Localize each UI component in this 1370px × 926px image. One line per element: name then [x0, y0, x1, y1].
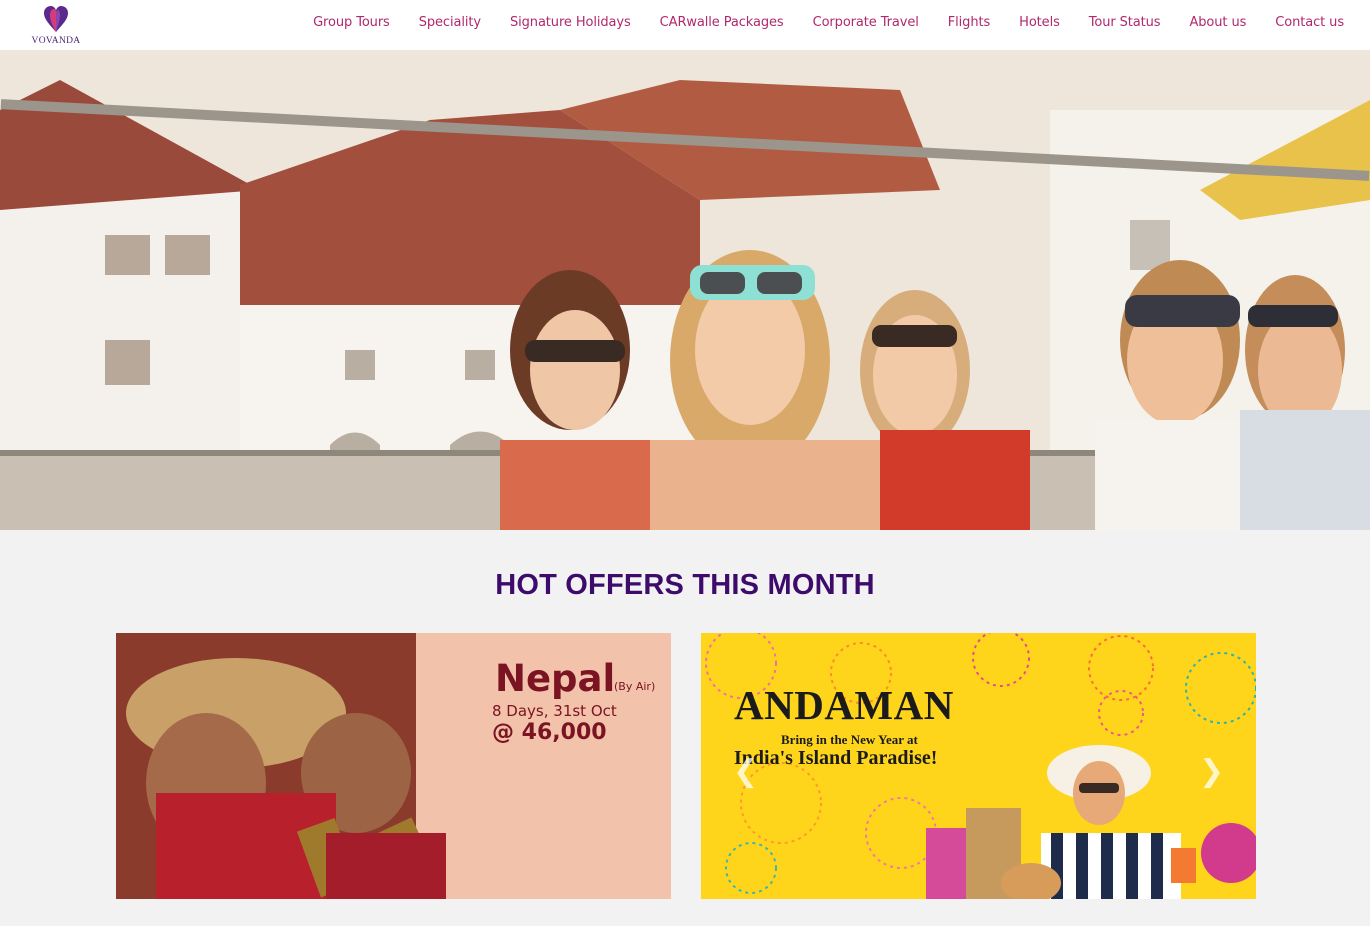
nav-item-tour-status[interactable]: Tour Status — [1089, 15, 1161, 30]
nav-item-flights[interactable]: Flights — [948, 15, 990, 30]
hero-banner — [0, 50, 1370, 530]
main-nav: Group Tours Speciality Signature Holiday… — [313, 15, 1344, 30]
chevron-left-icon[interactable]: ❮ — [733, 757, 758, 787]
nav-item-group-tours[interactable]: Group Tours — [313, 15, 390, 30]
site-header: VOVANDA Group Tours Speciality Signature… — [0, 0, 1370, 50]
offers-section: HOT OFFERS THIS MONTH Nepal (By Air) 8 D… — [0, 530, 1370, 926]
nav-item-signature-holidays[interactable]: Signature Holidays — [510, 15, 631, 30]
offer-card-andaman[interactable]: ANDAMAN Bring in the New Year at India's… — [701, 633, 1256, 899]
brand-name: VOVANDA — [31, 36, 81, 46]
nepal-mode: (By Air) — [614, 680, 656, 693]
andaman-tagline-1: Bring in the New Year at — [781, 732, 918, 747]
nav-item-hotels[interactable]: Hotels — [1019, 15, 1060, 30]
andaman-tagline-2: India's Island Paradise! — [734, 747, 938, 769]
offers-heading: HOT OFFERS THIS MONTH — [495, 569, 875, 601]
nav-item-about-us[interactable]: About us — [1189, 15, 1246, 30]
andaman-destination: ANDAMAN — [734, 682, 954, 728]
nepal-destination: Nepal — [495, 657, 616, 700]
chevron-right-icon[interactable]: ❯ — [1199, 757, 1224, 787]
nav-item-corporate-travel[interactable]: Corporate Travel — [813, 15, 919, 30]
nav-item-carwalle-packages[interactable]: CARwalle Packages — [660, 15, 784, 30]
offer-card-nepal[interactable]: Nepal (By Air) 8 Days, 31st Oct @ 46,000 — [116, 633, 671, 899]
brand-logo[interactable]: VOVANDA — [26, 5, 86, 47]
hero-image — [0, 50, 1370, 530]
nepal-duration: 8 Days, 31st Oct — [492, 702, 617, 720]
nepal-price: @ 46,000 — [492, 720, 607, 745]
nav-item-speciality[interactable]: Speciality — [419, 15, 481, 30]
heart-logo-icon — [44, 6, 68, 32]
nav-item-contact-us[interactable]: Contact us — [1275, 15, 1344, 30]
